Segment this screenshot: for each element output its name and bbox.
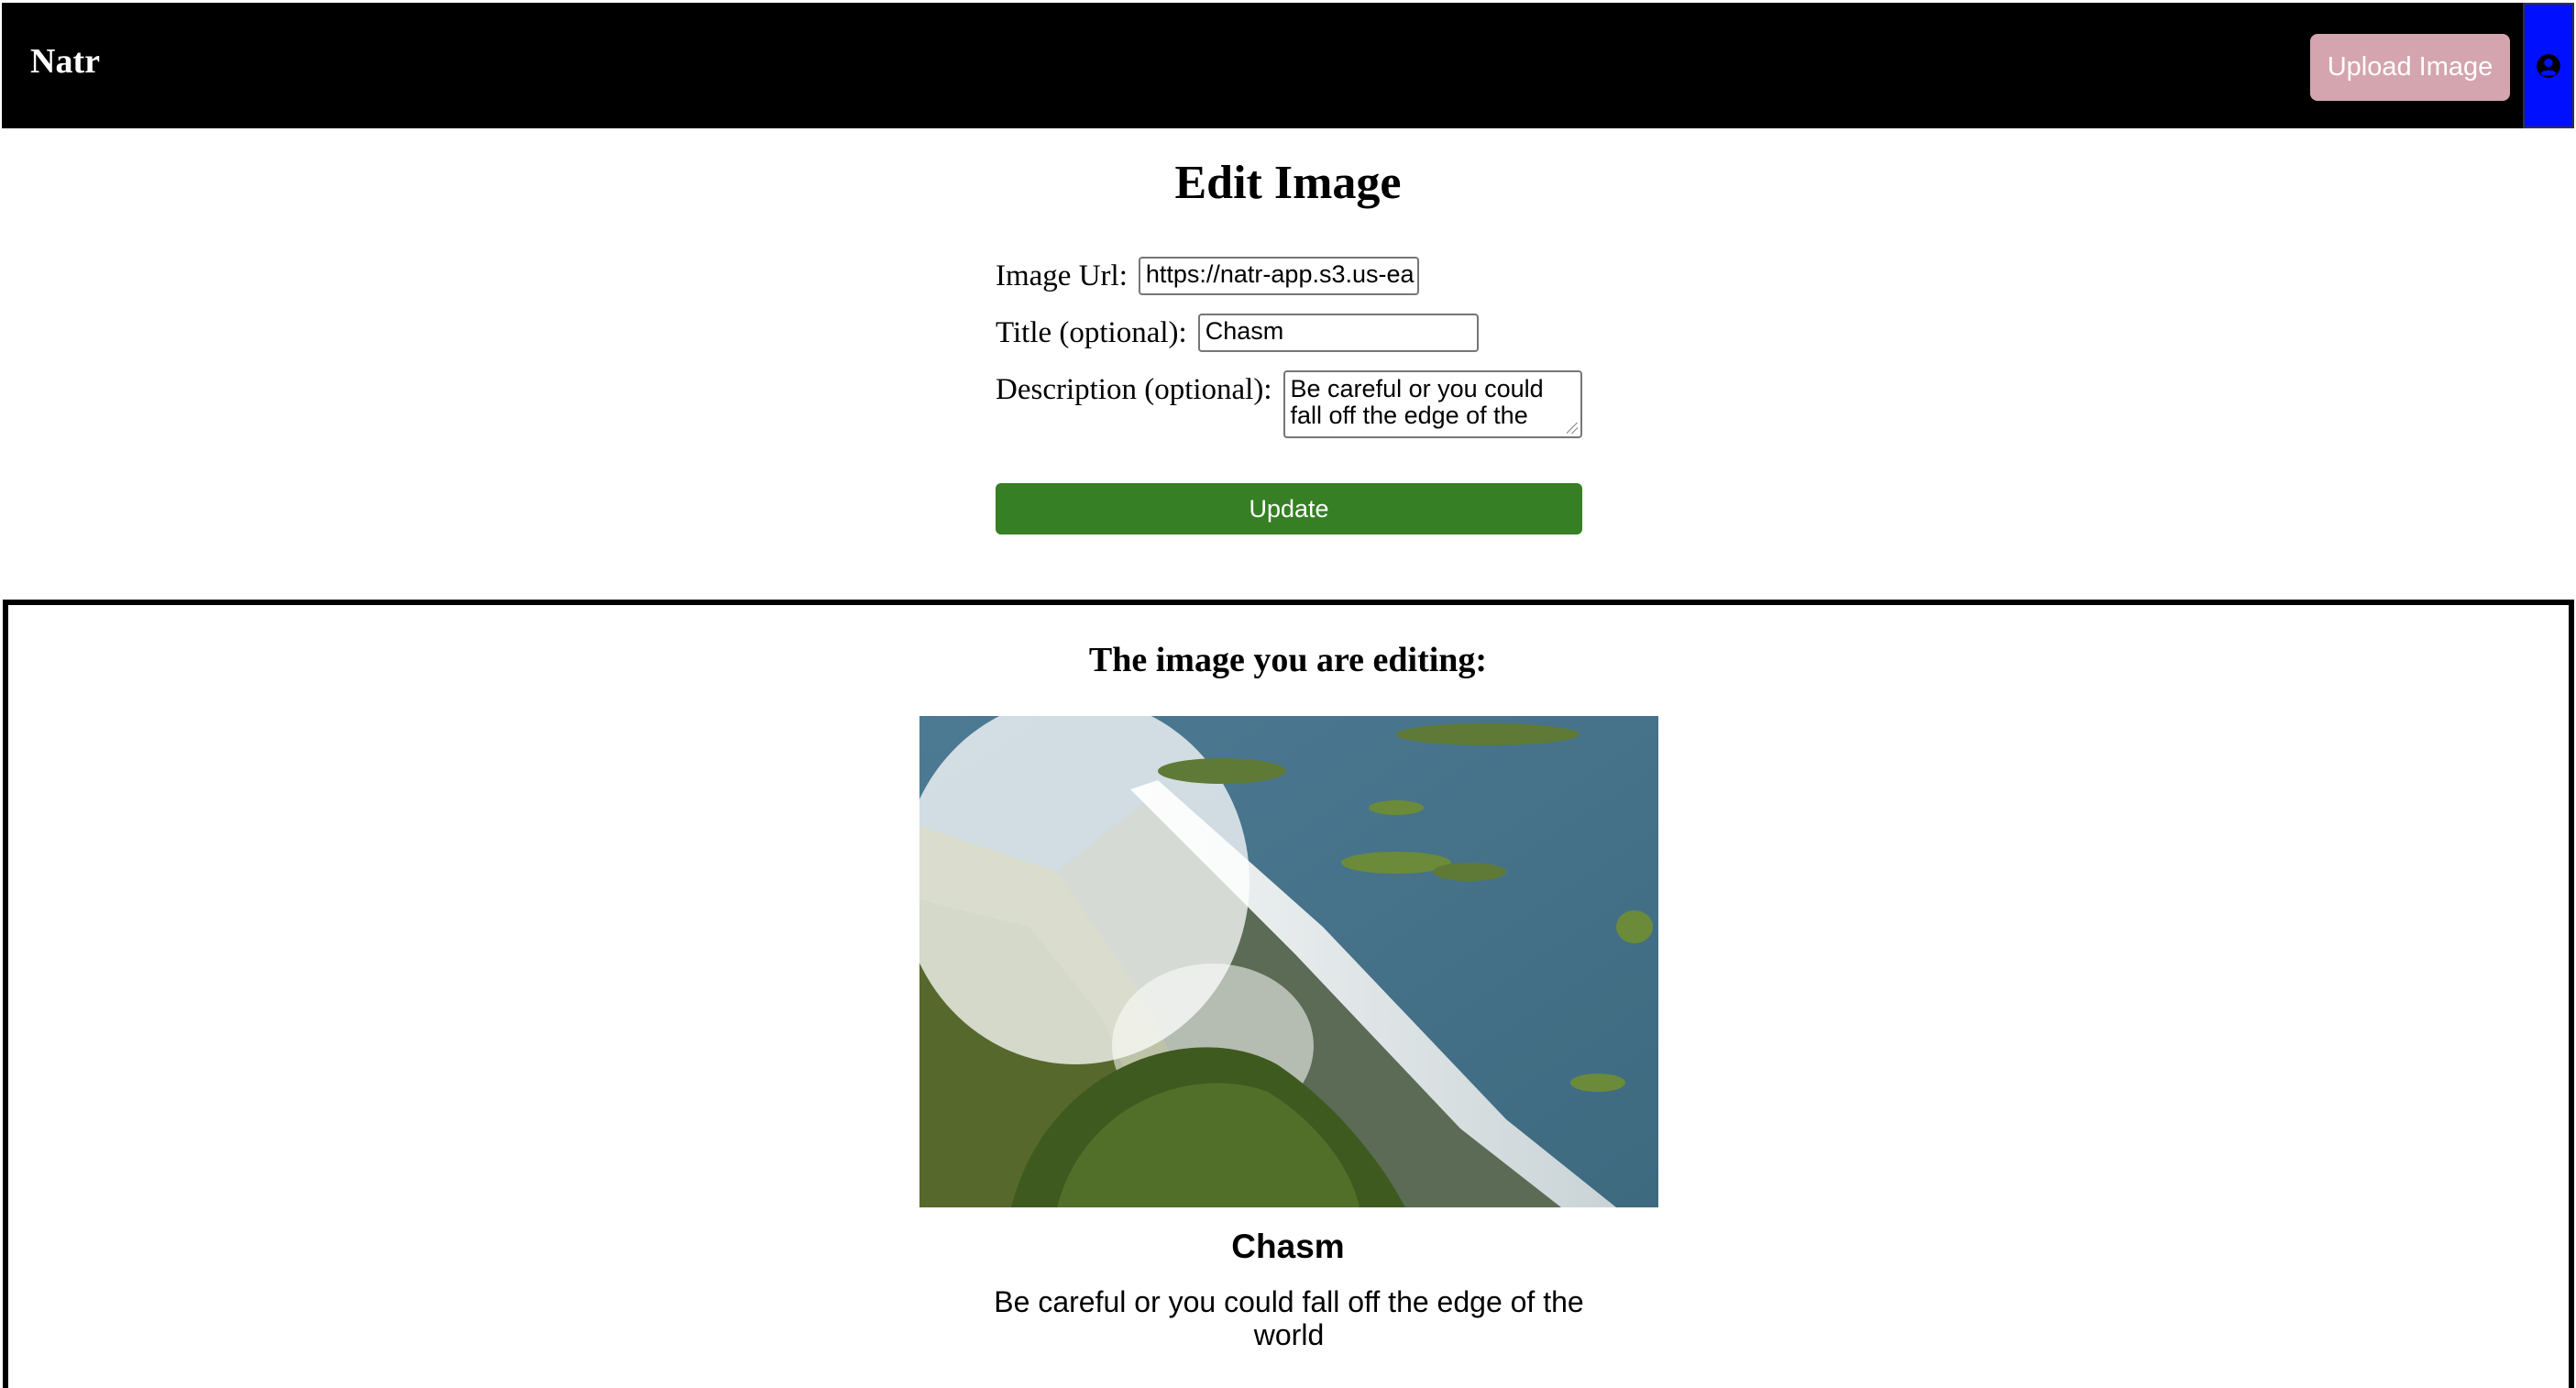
image-title: Chasm bbox=[1231, 1228, 1345, 1265]
title-row: Title (optional): Chasm bbox=[996, 314, 1479, 352]
resize-handle[interactable] bbox=[1566, 423, 1578, 434]
title-label: Title (optional): bbox=[996, 316, 1187, 349]
description-row: Description (optional): Be careful or yo… bbox=[996, 370, 1582, 438]
update-button[interactable]: Update bbox=[996, 483, 1582, 534]
image-url-label: Image Url: bbox=[996, 259, 1128, 292]
image-url-input[interactable]: https://natr-app.s3.us-ea bbox=[1138, 257, 1419, 295]
page-title: Edit Image bbox=[1174, 157, 1402, 209]
navbar: Natr Upload Image bbox=[2, 3, 2574, 128]
title-input[interactable]: Chasm bbox=[1197, 314, 1479, 352]
preview-image bbox=[919, 716, 1658, 1207]
brand-logo[interactable]: Natr bbox=[30, 41, 100, 82]
profile-button[interactable] bbox=[2523, 3, 2574, 128]
description-textarea[interactable]: Be careful or you could fall off the edg… bbox=[1282, 370, 1582, 438]
waterfall-photo bbox=[919, 716, 1658, 1207]
description-label: Description (optional): bbox=[996, 373, 1272, 406]
preview-heading: The image you are editing: bbox=[1088, 641, 1488, 679]
image-url-row: Image Url: https://natr-app.s3.us-ea bbox=[996, 257, 1419, 295]
user-circle-icon bbox=[2537, 53, 2560, 78]
image-description: Be careful or you could fall off the edg… bbox=[994, 1285, 1584, 1351]
description-text: Be careful or you could fall off the edg… bbox=[1290, 375, 1544, 429]
upload-image-button[interactable]: Upload Image bbox=[2310, 34, 2510, 101]
